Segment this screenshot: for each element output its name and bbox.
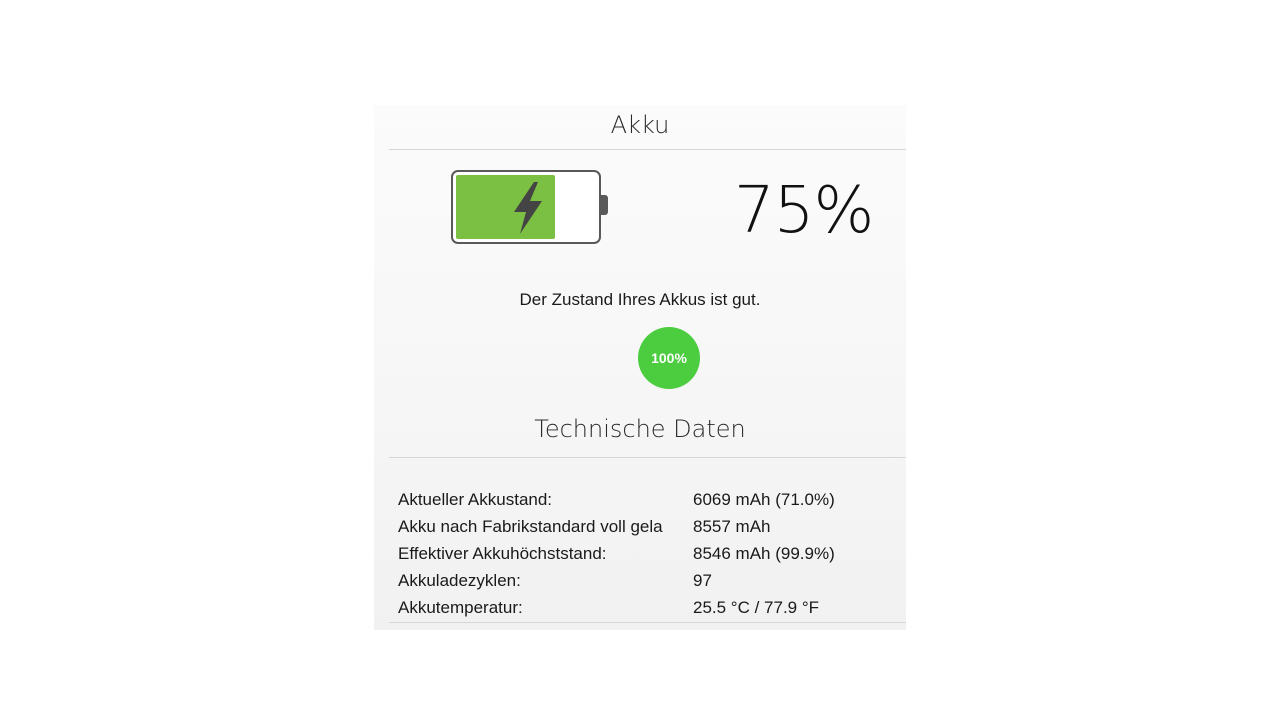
battery-tip: [600, 195, 608, 215]
tech-value: 97: [693, 571, 712, 590]
battery-percent: 75%: [734, 174, 874, 248]
tech-label: Akkuladezyklen:: [398, 571, 521, 590]
divider-top: [389, 149, 906, 150]
health-message: Der Zustand Ihres Akkus ist gut.: [519, 290, 761, 309]
table-row: Effektiver Akkuhöchststand: 8546 mAh (99…: [398, 540, 898, 567]
tech-label: Aktueller Akkustand:: [398, 490, 553, 509]
tech-value: 25.5 °C / 77.9 °F: [693, 598, 820, 617]
battery-panel: Akku 75% Der Zustand Ihres Akkus ist gut…: [374, 105, 906, 630]
tech-value: 6069 mAh (71.0%): [693, 490, 835, 509]
tech-label: Akkutemperatur:: [398, 598, 523, 617]
table-row: Aktueller Akkustand: 6069 mAh (71.0%): [398, 486, 898, 513]
table-row: Akkuladezyklen: 97: [398, 567, 898, 594]
tech-value: 8557 mAh: [693, 517, 771, 536]
tech-data-table: Aktueller Akkustand: 6069 mAh (71.0%) Ak…: [398, 486, 898, 621]
tech-value: 8546 mAh (99.9%): [693, 544, 835, 563]
divider-tech: [389, 457, 906, 458]
health-badge: 100%: [638, 327, 700, 389]
section-title-technische-daten: Technische Daten: [534, 415, 746, 443]
table-row: Akkutemperatur: 25.5 °C / 77.9 °F: [398, 594, 898, 621]
table-row: Akku nach Fabrikstandard voll gela 8557 …: [398, 513, 898, 540]
battery-graphic: [451, 170, 608, 246]
lightning-bolt-icon: [514, 182, 542, 234]
divider-bottom: [389, 622, 906, 623]
section-title-akku: Akku: [610, 111, 670, 139]
tech-label: Effektiver Akkuhöchststand:: [398, 544, 607, 563]
battery-body: [451, 170, 601, 244]
tech-label: Akku nach Fabrikstandard voll gela: [398, 517, 663, 536]
